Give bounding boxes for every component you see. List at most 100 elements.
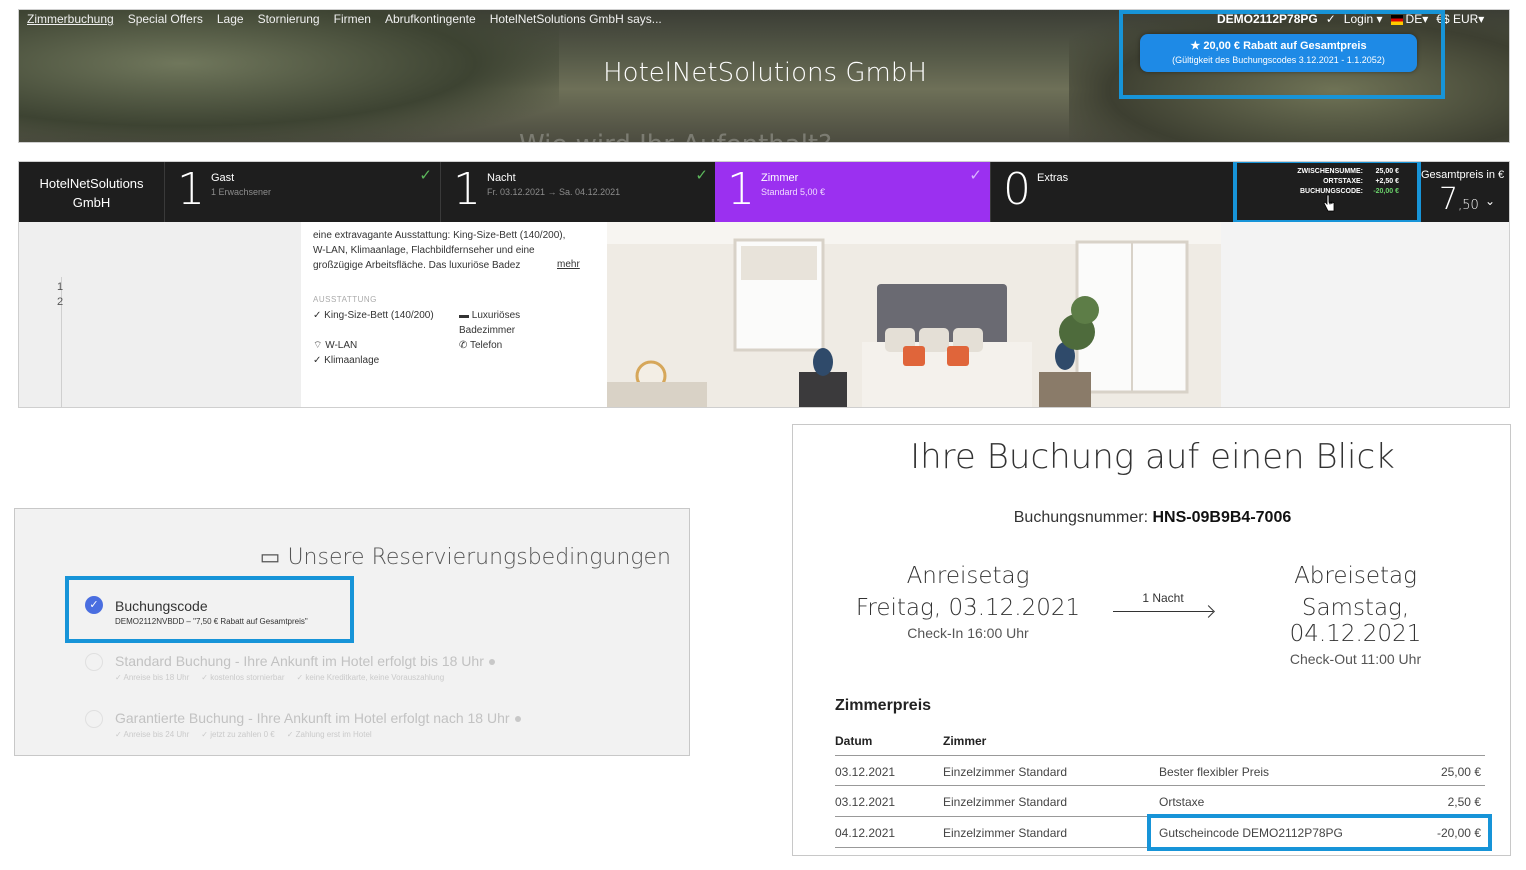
nights-count: 1 Nacht	[1142, 591, 1184, 605]
total-label: Gesamtpreis in €	[1421, 169, 1505, 181]
highlight-frame	[1147, 814, 1492, 851]
nav-lage[interactable]: Lage	[217, 12, 244, 26]
step-nights[interactable]: 1 Nacht Fr. 03.12.2021 → Sa. 04.12.2021 …	[441, 162, 717, 222]
room-label: Zimmer	[761, 172, 799, 184]
booking-number-value: HNS-09B9B4-7006	[1152, 509, 1292, 526]
note: ✓ Anreise bis 18 Uhr	[115, 673, 190, 682]
more-link[interactable]: mehr	[557, 257, 580, 272]
column-header-room: Zimmer	[943, 734, 987, 748]
checkin-time: Check-In 16:00 Uhr	[907, 625, 1029, 641]
nav-firmen[interactable]: Firmen	[334, 12, 371, 26]
cell-date: 03.12.2021	[835, 765, 896, 779]
cell-date: 03.12.2021	[835, 795, 896, 809]
option-notes: ✓ Anreise bis 18 Uhr ✓ kostenlos stornie…	[115, 673, 444, 682]
total-integer: 7	[1439, 182, 1459, 217]
amenity-item: ✓ Klimaanlage	[313, 355, 380, 366]
phone-icon: ✆	[459, 340, 468, 351]
night-dates: Fr. 03.12.2021 → Sa. 04.12.2021	[487, 187, 621, 197]
total-price[interactable]: Gesamtpreis in € 7,50 ⌄	[1419, 162, 1509, 222]
highlight-frame	[1233, 162, 1421, 224]
cell-room: Einzelzimmer Standard	[943, 765, 1068, 779]
option-title-text: Garantierte Buchung - Ihre Ankunft im Ho…	[115, 710, 510, 726]
room-index-list: 1 2	[57, 280, 63, 310]
highlight-frame	[1119, 10, 1445, 99]
nav-says[interactable]: HotelNetSolutions GmbH says...	[490, 12, 662, 26]
option-notes: ✓ Anreise bis 24 Uhr ✓ jetzt zu zahlen 0…	[115, 730, 372, 739]
info-icon[interactable]	[488, 659, 495, 666]
night-count: 1	[453, 164, 481, 215]
description-line: W-LAN, Klimaanlage, Flachbildfernseher u…	[313, 245, 535, 256]
booking-bar-panel: HotelNetSolutions GmbH 1 Gast 1 Erwachse…	[18, 161, 1510, 408]
empty-side-area	[1221, 222, 1509, 407]
hand-cursor-icon	[1323, 194, 1335, 212]
guest-sub: 1 Erwachsener	[211, 187, 272, 197]
wifi-icon: ⌔	[313, 340, 323, 351]
check-icon: ✓	[969, 167, 982, 184]
amenity-label: Telefon	[470, 340, 503, 351]
hotel-header: Zimmerbuchung Special Offers Lage Storni…	[18, 9, 1510, 143]
amenity-item: ✓ King-Size-Bett (140/200)	[313, 310, 434, 321]
arrival-block: Anreisetag Freitag, 03.12.2021 Check-In …	[853, 563, 1083, 641]
arrow-right-icon	[1113, 611, 1213, 615]
currency-label: EUR	[1452, 12, 1479, 26]
extras-count: 0	[1003, 164, 1031, 215]
radio-unchecked-icon[interactable]	[85, 653, 103, 671]
nav-abrufkontingente[interactable]: Abrufkontingente	[385, 12, 476, 26]
option-title-text: Standard Buchung - Ihre Ankunft im Hotel…	[115, 653, 484, 669]
amenity-item: ✆ Telefon	[459, 338, 502, 353]
info-icon[interactable]	[514, 716, 521, 723]
note: ✓ keine Kreditkarte, keine Vorauszahlung	[296, 673, 445, 682]
table-row: 03.12.2021 Einzelzimmer Standard Ortstax…	[835, 786, 1485, 817]
guest-label: Gast	[211, 172, 235, 184]
room-price-heading: Zimmerpreis	[835, 697, 932, 714]
bath-icon: ▬	[459, 310, 469, 321]
room-photo[interactable]	[607, 222, 1221, 407]
cell-desc: Bester flexibler Preis	[1159, 765, 1270, 779]
amenity-item: ▬ Luxuriöses Badezimmer	[459, 308, 549, 338]
arrival-label: Anreisetag	[906, 563, 1030, 589]
cell-amount: 25,00 €	[1440, 765, 1481, 779]
radio-unchecked-icon[interactable]	[85, 710, 103, 728]
wallet-icon: ▭	[259, 545, 281, 570]
amenity-label: Klimaanlage	[324, 355, 380, 366]
main-navigation: Zimmerbuchung Special Offers Lage Storni…	[27, 12, 662, 26]
option-title: Standard Buchung - Ihre Ankunft im Hotel…	[115, 653, 495, 669]
booking-number-label: Buchungsnummer:	[1013, 509, 1149, 526]
amenity-label: W-LAN	[325, 340, 358, 351]
column-header-date: Datum	[835, 734, 873, 748]
checkout-time: Check-Out 11:00 Uhr	[1289, 651, 1422, 667]
highlight-frame	[65, 576, 354, 643]
conditions-heading: ▭ Unsere Reservierungsbedingungen	[260, 545, 671, 570]
total-value: 7,50	[1439, 182, 1479, 217]
cell-date: 04.12.2021	[835, 826, 896, 840]
summary-title: Ihre Buchung auf einen Blick	[910, 437, 1395, 477]
nav-zimmerbuchung[interactable]: Zimmerbuchung	[27, 12, 114, 26]
nav-special-offers[interactable]: Special Offers	[128, 12, 203, 26]
booking-number: Buchungsnummer: HNS-09B9B4-7006	[793, 509, 1512, 527]
cell-room: Einzelzimmer Standard	[943, 795, 1068, 809]
bedroom-image	[607, 222, 1221, 407]
booking-summary: Ihre Buchung auf einen Blick Buchungsnum…	[792, 424, 1511, 856]
room-index[interactable]: 2	[57, 295, 63, 310]
description-line: großzügige Arbeitsfläche. Das luxuriöse …	[313, 260, 521, 271]
room-index[interactable]: 1	[57, 280, 63, 295]
step-room[interactable]: 1 Zimmer Standard 5,00 € ✓	[715, 162, 991, 222]
amenity-label: Luxuriöses Badezimmer	[459, 310, 521, 336]
conditions-title: Unsere Reservierungsbedingungen	[287, 545, 671, 570]
note: ✓ jetzt zu zahlen 0 €	[201, 730, 275, 739]
departure-label: Abreisetag	[1294, 563, 1417, 589]
step-extras[interactable]: 0 Extras	[991, 162, 1235, 222]
total-decimal: ,50	[1458, 198, 1479, 213]
step-guests[interactable]: 1 Gast 1 Erwachsener ✓	[165, 162, 441, 222]
cell-room: Einzelzimmer Standard	[943, 826, 1068, 840]
amenity-item: ⌔ W-LAN	[313, 338, 357, 353]
cell-desc: Ortstaxe	[1159, 795, 1205, 809]
nav-stornierung[interactable]: Stornierung	[258, 12, 320, 26]
amenity-label: King-Size-Bett (140/200)	[324, 310, 434, 321]
brand-logo[interactable]: HotelNetSolutions GmbH	[19, 162, 165, 222]
chevron-down-icon[interactable]: ⌄	[1485, 194, 1495, 208]
guest-count: 1	[177, 164, 205, 215]
departure-date: Samstag, 04.12.2021	[1289, 595, 1422, 647]
note: ✓ Zahlung erst im Hotel	[286, 730, 372, 739]
room-count: 1	[727, 164, 755, 215]
